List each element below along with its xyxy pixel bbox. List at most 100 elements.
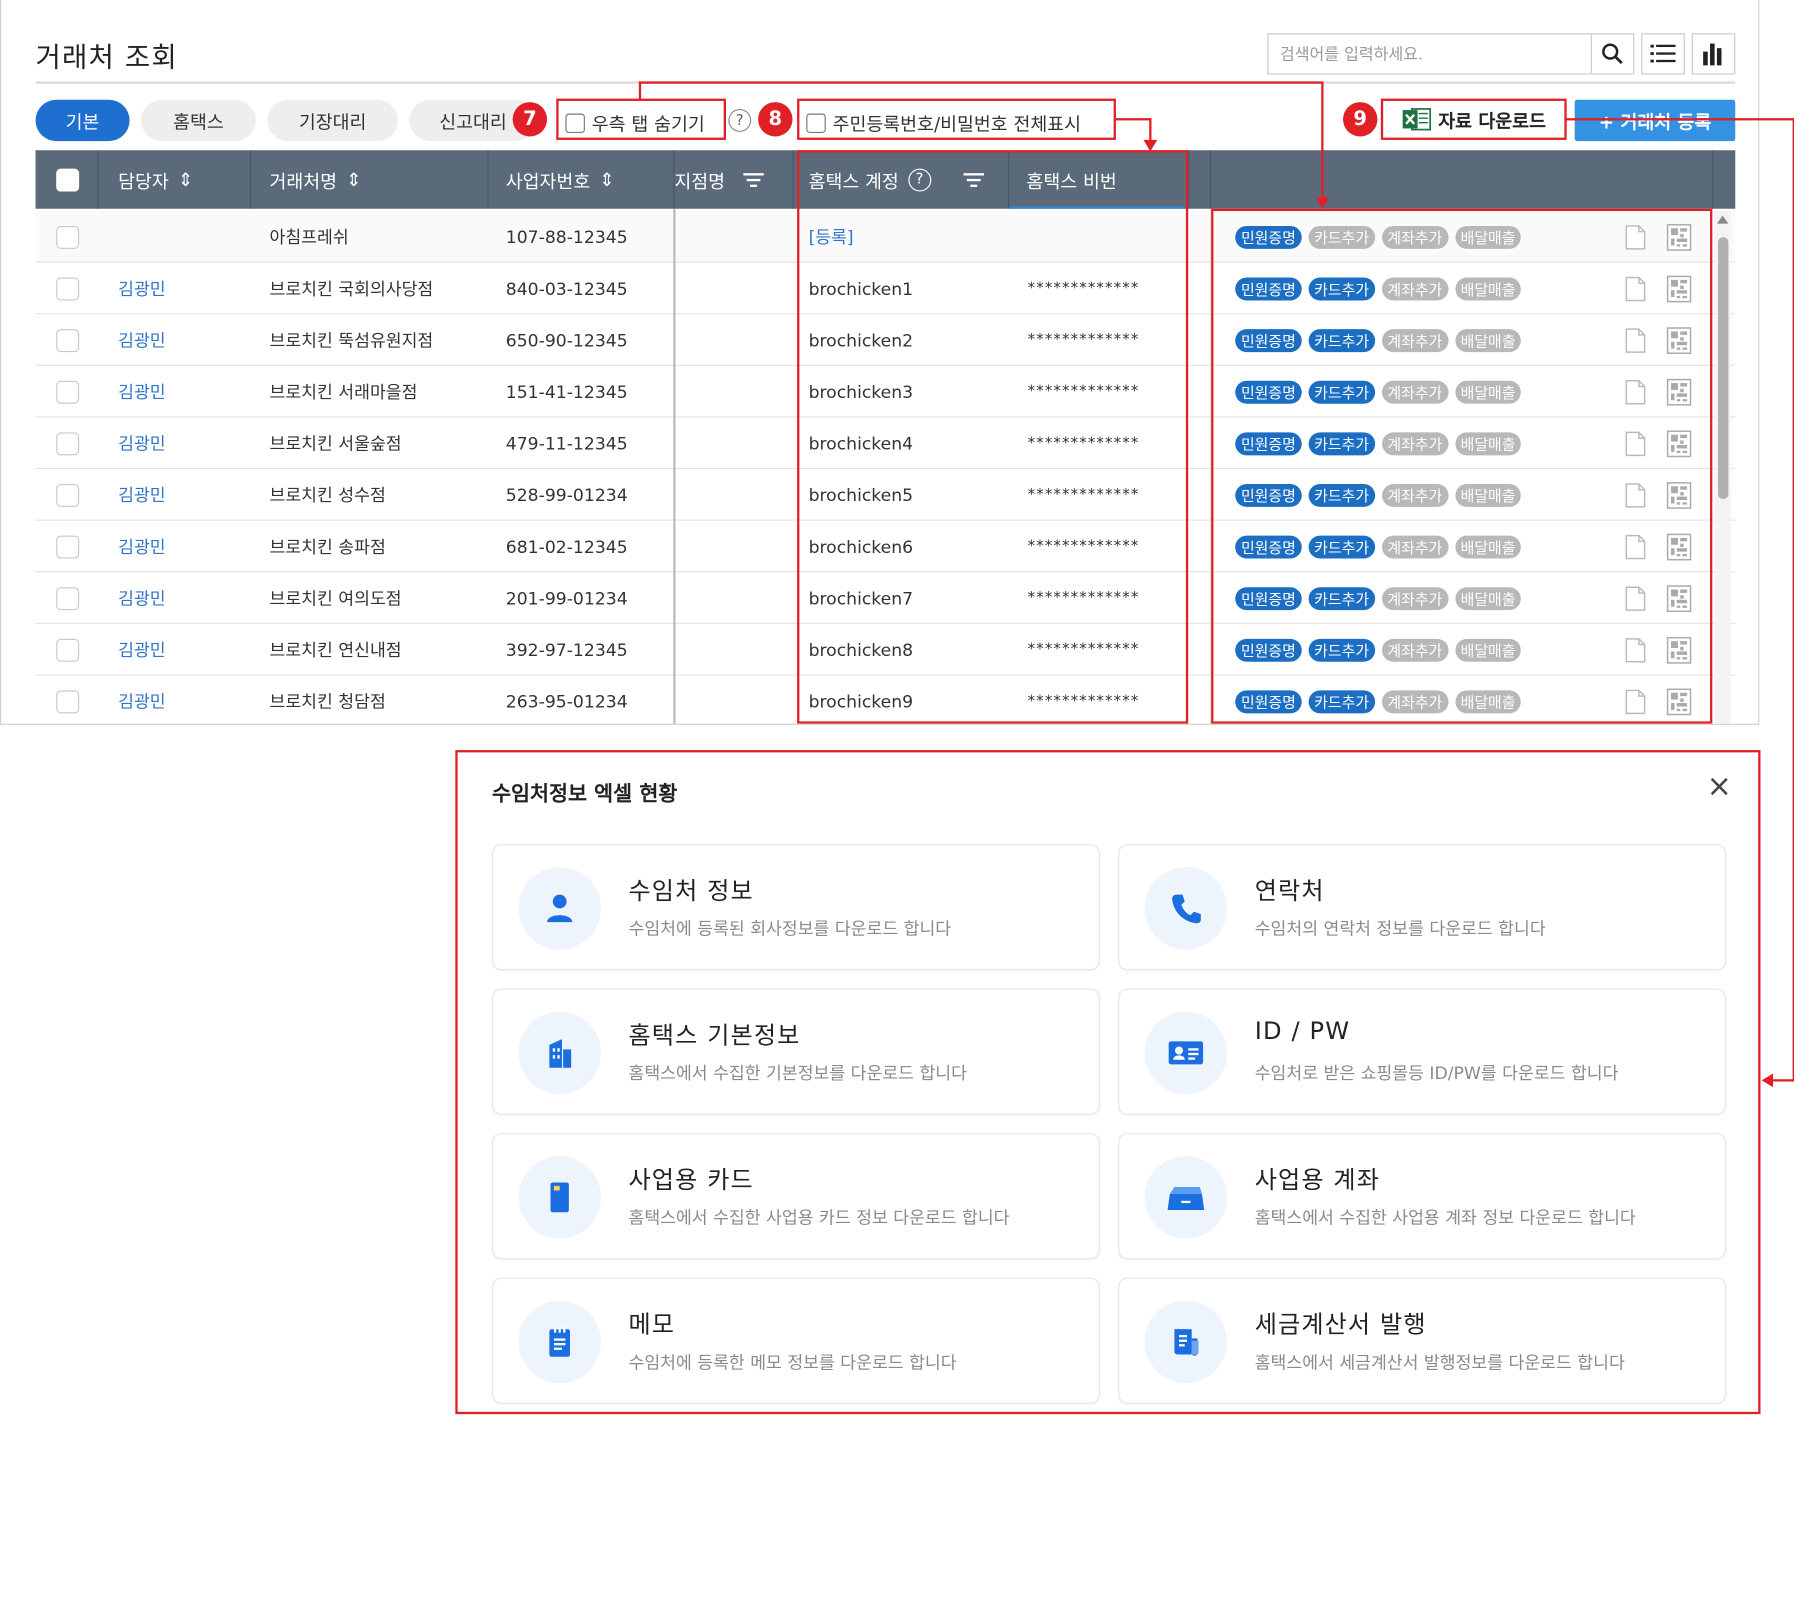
list-view-button[interactable] bbox=[1641, 33, 1685, 75]
sort-icon[interactable]: ⇕ bbox=[178, 169, 193, 191]
client-name[interactable]: 브로치킨 송파점 bbox=[270, 521, 386, 573]
client-name[interactable]: 브로치킨 서래마을점 bbox=[270, 366, 418, 418]
connector-line bbox=[1773, 1079, 1794, 1082]
manager-link[interactable]: 김광민 bbox=[118, 263, 165, 315]
hide-right-tab-checkbox[interactable] bbox=[565, 112, 585, 133]
sort-icon[interactable]: ⇕ bbox=[599, 169, 614, 191]
modal-title: 수임처정보 엑셀 현황 bbox=[492, 782, 678, 807]
card-title: 홈택스 기본정보 bbox=[628, 1021, 801, 1050]
manager-link[interactable]: 김광민 bbox=[118, 572, 165, 624]
close-icon[interactable]: × bbox=[1705, 772, 1733, 802]
bank-icon bbox=[1144, 1156, 1228, 1239]
search-button[interactable] bbox=[1590, 33, 1635, 75]
card-title: 메모 bbox=[628, 1310, 676, 1339]
select-all-checkbox[interactable] bbox=[56, 168, 80, 191]
tab-hometax[interactable]: 홈택스 bbox=[141, 99, 256, 142]
list-icon bbox=[1650, 44, 1676, 63]
row-checkbox[interactable] bbox=[56, 431, 80, 455]
card-description: 수임처에 등록된 회사정보를 다운로드 합니다 bbox=[628, 918, 952, 940]
manager-link[interactable]: 김광민 bbox=[118, 676, 165, 724]
tab-bookkeeping[interactable]: 기장대리 bbox=[267, 99, 398, 142]
col-manager-label: 담당자 bbox=[118, 170, 169, 193]
row-checkbox[interactable] bbox=[56, 586, 80, 610]
card-description: 수임처에 등록한 메모 정보를 다운로드 합니다 bbox=[628, 1352, 957, 1373]
download-option-card[interactable]: 홈택스 기본정보 홈택스에서 수집한 기본정보를 다운로드 합니다 bbox=[492, 988, 1100, 1115]
hide-right-tab-label: 우측 탭 숨기기 bbox=[591, 113, 705, 136]
client-name[interactable]: 브로치킨 성수점 bbox=[270, 469, 386, 521]
client-name[interactable]: 브로치킨 연신내점 bbox=[270, 624, 402, 676]
connector-arrow bbox=[1761, 1073, 1774, 1088]
callout-9: 9 bbox=[1343, 102, 1378, 137]
row-checkbox[interactable] bbox=[56, 225, 80, 249]
connector-line bbox=[1321, 81, 1324, 202]
col-branch[interactable]: 지점명 bbox=[674, 150, 765, 208]
column-divider bbox=[673, 208, 676, 724]
row-checkbox[interactable] bbox=[56, 380, 80, 404]
col-biz-no[interactable]: 사업자번호 ⇕ bbox=[506, 150, 615, 208]
biz-no: 107-88-12345 bbox=[505, 226, 628, 248]
col-client-name[interactable]: 거래처명 ⇕ bbox=[270, 150, 362, 208]
client-name[interactable]: 브로치킨 국회의사당점 bbox=[270, 263, 434, 315]
manager-link[interactable]: 김광민 bbox=[118, 314, 165, 366]
sort-icon[interactable]: ⇕ bbox=[346, 169, 361, 191]
scroll-up-icon[interactable] bbox=[1716, 215, 1729, 224]
hometax-columns-highlight bbox=[797, 150, 1189, 724]
col-biz-no-label: 사업자번호 bbox=[505, 170, 591, 193]
download-option-card[interactable]: 세금계산서 발행 홈택스에서 세금계산서 발행정보를 다운로드 합니다 bbox=[1118, 1277, 1727, 1404]
row-checkbox[interactable] bbox=[56, 638, 80, 662]
row-checkbox[interactable] bbox=[56, 689, 80, 713]
download-option-card[interactable]: 연락처 수임처의 연락처 정보를 다운로드 합니다 bbox=[1118, 844, 1727, 971]
excel-download-modal: 수임처정보 엑셀 현황 × 수임처 정보 수임처에 등록된 회사정보를 다운로드… bbox=[455, 750, 1761, 1415]
card-description: 수임처로 받은 쇼핑몰등 ID/PW를 다운로드 합니다 bbox=[1254, 1063, 1619, 1084]
download-option-card[interactable]: 사업용 카드 홈택스에서 수집한 사업용 카드 정보 다운로드 합니다 bbox=[492, 1133, 1100, 1260]
card-description: 홈택스에서 수집한 기본정보를 다운로드 합니다 bbox=[628, 1063, 967, 1084]
show-full-id-checkbox[interactable] bbox=[806, 112, 826, 133]
chart-view-button[interactable] bbox=[1691, 33, 1736, 75]
client-name[interactable]: 브로치킨 서울숲점 bbox=[270, 417, 402, 469]
show-full-id-toggle[interactable]: 주민등록번호/비밀번호 전체표시 bbox=[806, 109, 1081, 137]
manager-link[interactable]: 김광민 bbox=[118, 624, 165, 676]
manager-link[interactable]: 김광민 bbox=[118, 521, 165, 573]
search-input[interactable]: 검색어를 입력하세요. bbox=[1267, 33, 1591, 75]
row-checkbox[interactable] bbox=[56, 483, 80, 507]
download-option-card[interactable]: ID / PW 수임처로 받은 쇼핑몰등 ID/PW를 다운로드 합니다 bbox=[1118, 988, 1727, 1115]
callout-9-box bbox=[1380, 98, 1567, 140]
manager-link[interactable]: 김광민 bbox=[118, 366, 165, 418]
tab-basic[interactable]: 기본 bbox=[35, 99, 130, 142]
manager-link[interactable]: 김광민 bbox=[118, 469, 165, 521]
card-title: 사업용 카드 bbox=[628, 1166, 754, 1194]
download-option-card[interactable]: 사업용 계좌 홈택스에서 수집한 사업용 계좌 정보 다운로드 합니다 bbox=[1118, 1133, 1727, 1260]
client-name[interactable]: 브로치킨 뚝섬유원지점 bbox=[270, 314, 434, 366]
row-checkbox[interactable] bbox=[56, 535, 80, 558]
col-client-name-label: 거래처명 bbox=[269, 170, 338, 193]
phone-icon bbox=[1144, 867, 1228, 950]
card-title: 수임처 정보 bbox=[628, 877, 754, 905]
memo-icon bbox=[518, 1300, 601, 1384]
filter-icon[interactable] bbox=[743, 171, 765, 187]
hide-right-tab-toggle[interactable]: 우측 탭 숨기기 bbox=[565, 109, 705, 137]
download-option-card[interactable]: 수임처 정보 수임처에 등록된 회사정보를 다운로드 합니다 bbox=[492, 844, 1100, 971]
download-option-card[interactable]: 메모 수임처에 등록한 메모 정보를 다운로드 합니다 bbox=[492, 1277, 1100, 1404]
client-name[interactable]: 브로치킨 청담점 bbox=[270, 676, 386, 724]
biz-no: 840-03-12345 bbox=[505, 278, 628, 299]
manager-link[interactable]: 김광민 bbox=[118, 417, 165, 469]
connector-arrow bbox=[1143, 139, 1158, 152]
id-card-icon bbox=[1144, 1011, 1228, 1095]
card-title: 세금계산서 발행 bbox=[1254, 1310, 1427, 1339]
card-icon bbox=[518, 1156, 601, 1239]
help-icon[interactable]: ? bbox=[728, 108, 752, 132]
client-name[interactable]: 브로치킨 여의도점 bbox=[270, 572, 402, 624]
col-manager[interactable]: 담당자 ⇕ bbox=[118, 150, 193, 208]
biz-no: 528-99-01234 bbox=[505, 484, 628, 506]
col-branch-label: 지점명 bbox=[674, 170, 726, 193]
biz-no: 201-99-01234 bbox=[505, 587, 628, 609]
show-full-id-label: 주민등록번호/비밀번호 전체표시 bbox=[832, 113, 1082, 136]
client-name[interactable]: 아침프레쉬 bbox=[270, 211, 349, 263]
row-checkbox[interactable] bbox=[56, 276, 80, 300]
biz-no: 263-95-01234 bbox=[505, 691, 628, 712]
row-checkbox[interactable] bbox=[56, 328, 80, 352]
client-list-panel: 거래처 조회 검색어를 입력하세요. 기본 홈택스 기장대리 신고대리 7 우측… bbox=[0, 0, 1760, 725]
scrollbar-thumb[interactable] bbox=[1718, 237, 1729, 499]
biz-no: 681-02-12345 bbox=[505, 536, 628, 557]
biz-no: 392-97-12345 bbox=[505, 639, 628, 661]
